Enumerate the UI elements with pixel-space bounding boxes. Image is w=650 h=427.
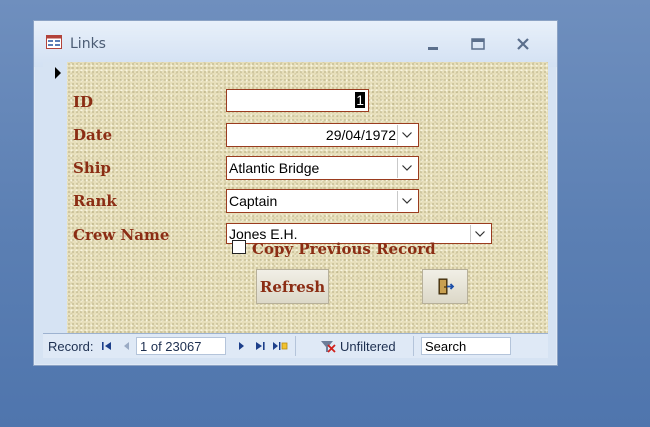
rank-label: Rank — [73, 192, 117, 210]
first-record-icon — [102, 342, 111, 350]
ship-combobox[interactable]: Atlantic Bridge — [226, 156, 419, 180]
previous-record-icon — [124, 342, 129, 350]
new-record-icon — [273, 342, 288, 350]
record-navigation-bar: Record: 1 of 23067 Unfiltered Search — [43, 333, 548, 358]
current-record-value: 1 of 23067 — [140, 339, 202, 354]
form-icon — [46, 35, 62, 49]
filter-toggle-button[interactable] — [320, 340, 336, 353]
rank-combobox[interactable]: Captain — [226, 189, 419, 213]
search-placeholder: Search — [425, 339, 467, 354]
form-window: Links ID 1 Date 29/04/1972 Ship Atlantic… — [33, 20, 558, 366]
rank-value: Captain — [229, 193, 278, 209]
first-record-button[interactable] — [101, 340, 113, 352]
last-record-button[interactable] — [254, 340, 266, 352]
rank-dropdown-button[interactable] — [397, 191, 417, 211]
maximize-button[interactable] — [465, 33, 491, 55]
record-selector[interactable] — [43, 62, 68, 334]
refresh-button[interactable]: Refresh — [256, 269, 329, 304]
chevron-down-icon — [402, 165, 412, 171]
record-label: Record: — [48, 339, 94, 354]
refresh-label: Refresh — [259, 278, 326, 296]
exit-door-icon — [438, 278, 455, 295]
ship-value: Atlantic Bridge — [229, 160, 320, 176]
last-record-icon — [256, 342, 265, 350]
filter-status-label[interactable]: Unfiltered — [340, 339, 396, 354]
crew-name-label: Crew Name — [73, 226, 170, 244]
copy-previous-label: Copy Previous Record — [252, 240, 436, 258]
chevron-down-icon — [402, 198, 412, 204]
navbar-divider — [413, 336, 414, 356]
date-field[interactable]: 29/04/1972 — [226, 123, 419, 147]
copy-previous-checkbox[interactable] — [232, 240, 246, 254]
maximize-icon — [471, 38, 485, 50]
close-icon — [517, 38, 529, 50]
form-detail-area: ID 1 Date 29/04/1972 Ship Atlantic Bridg… — [67, 62, 548, 333]
id-label: ID — [73, 93, 94, 111]
navbar-divider — [295, 336, 296, 356]
date-dropdown-button[interactable] — [397, 125, 417, 145]
minimize-button[interactable] — [420, 33, 446, 55]
no-filter-icon — [321, 341, 336, 353]
date-value: 29/04/1972 — [325, 127, 396, 143]
crew-name-dropdown-button[interactable] — [470, 225, 490, 242]
title-bar[interactable]: Links — [34, 21, 557, 67]
minimize-icon — [428, 47, 438, 50]
ship-label: Ship — [73, 159, 111, 177]
current-record-input[interactable]: 1 of 23067 — [136, 337, 226, 355]
id-field[interactable]: 1 — [226, 89, 369, 112]
window-title: Links — [70, 36, 106, 52]
close-button[interactable] — [510, 33, 536, 55]
search-input[interactable]: Search — [421, 337, 511, 355]
date-label: Date — [73, 126, 113, 144]
exit-button[interactable] — [422, 269, 468, 304]
new-record-button[interactable] — [272, 340, 288, 352]
previous-record-button[interactable] — [121, 340, 133, 352]
ship-dropdown-button[interactable] — [397, 158, 417, 178]
chevron-down-icon — [475, 231, 485, 237]
id-value: 1 — [355, 92, 365, 108]
current-record-arrow-icon — [55, 67, 61, 79]
next-record-icon — [239, 342, 244, 350]
next-record-button[interactable] — [235, 340, 247, 352]
chevron-down-icon — [402, 132, 412, 138]
